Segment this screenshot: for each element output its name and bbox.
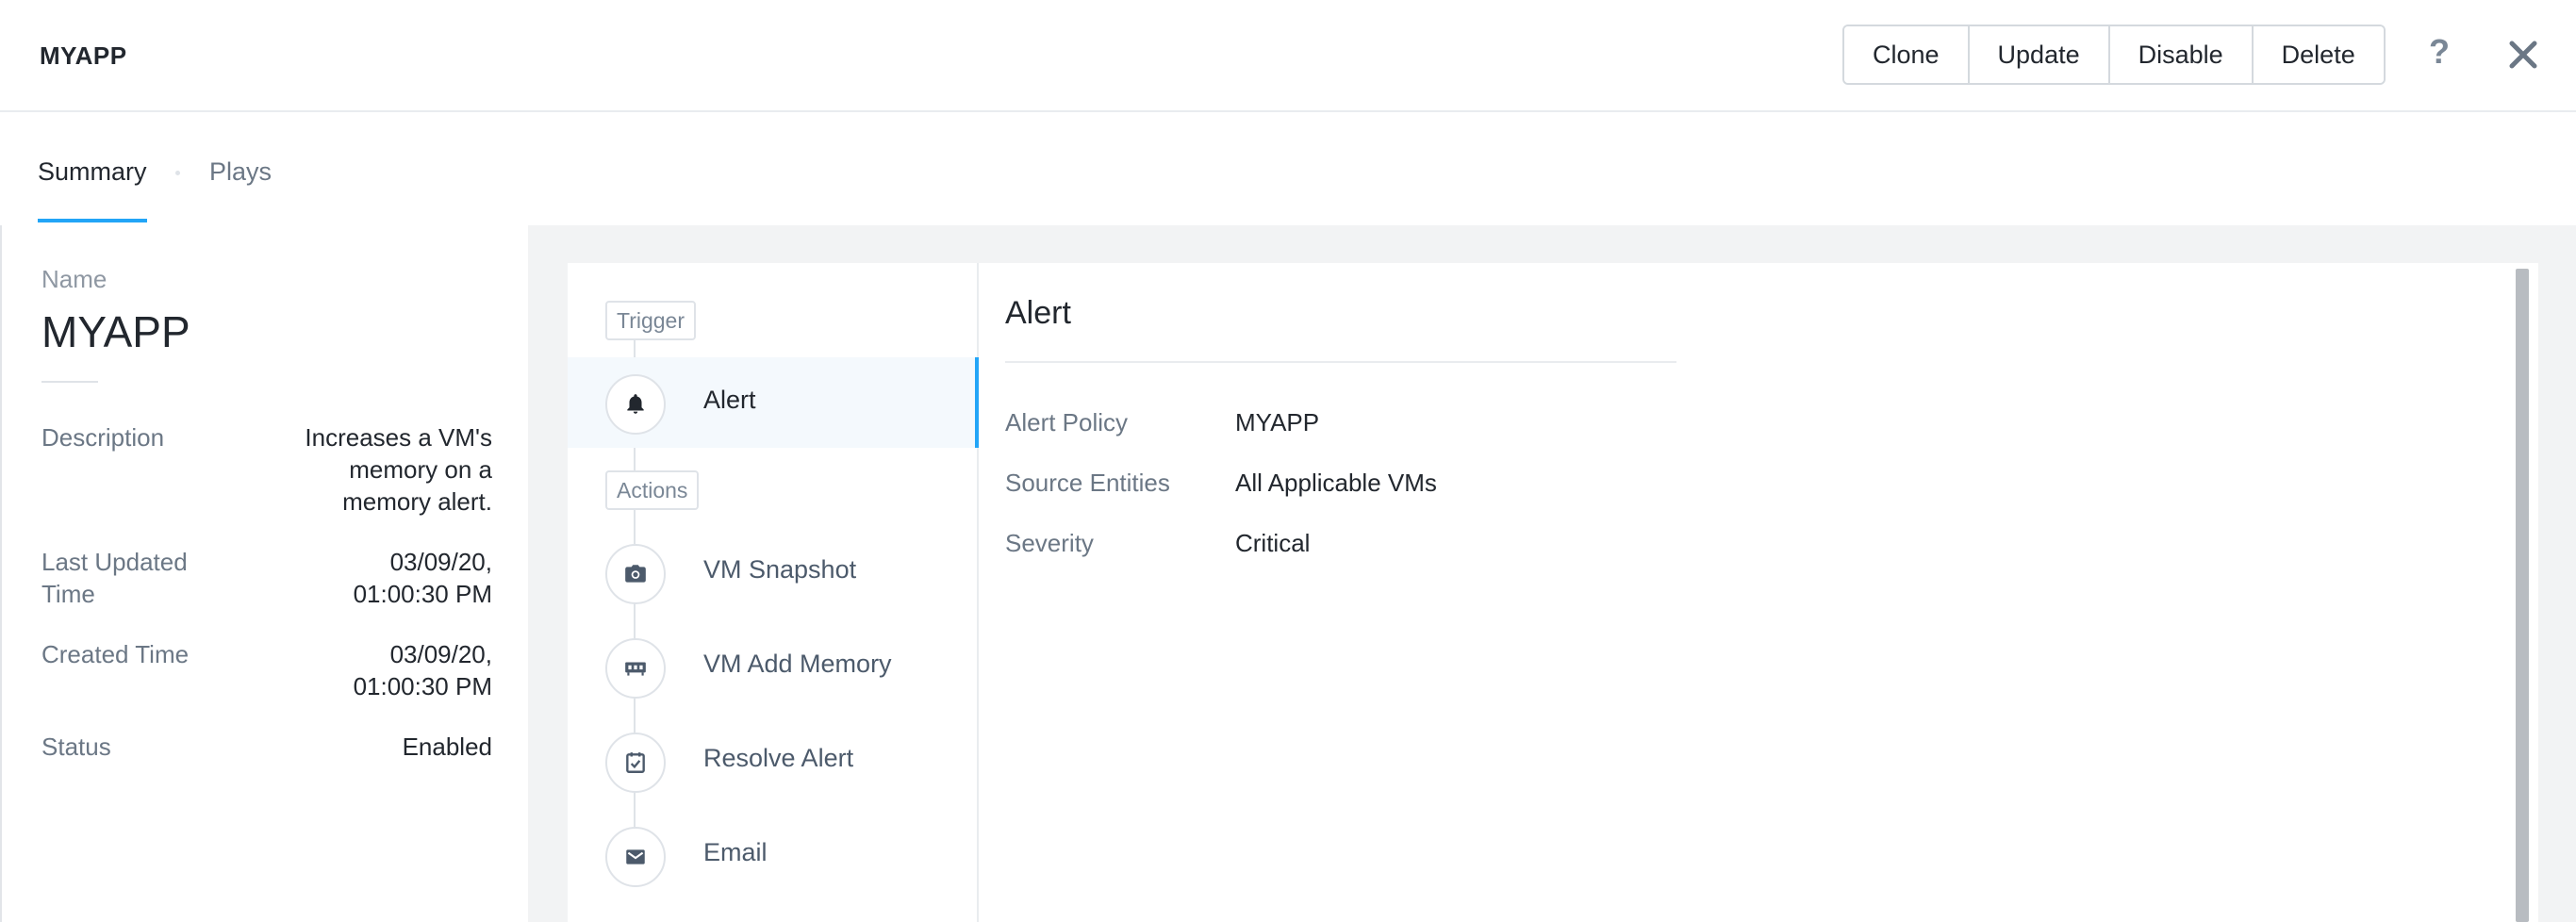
- flow-item-label: Resolve Alert: [703, 744, 854, 772]
- disable-button[interactable]: Disable: [2107, 26, 2252, 83]
- flow-item-label: VM Add Memory: [703, 650, 892, 678]
- clone-button[interactable]: Clone: [1844, 26, 1968, 83]
- update-button[interactable]: Update: [1967, 26, 2108, 83]
- source-entities-label: Source Entities: [1005, 469, 1170, 497]
- description-label: Description: [41, 423, 165, 452]
- tab-separator: [175, 171, 180, 175]
- action-button-group: Clone Update Disable Delete: [1842, 25, 2386, 85]
- header: MYAPP Clone Update Disable Delete ?: [0, 0, 2576, 112]
- delete-button[interactable]: Delete: [2251, 26, 2384, 83]
- play-flow: Trigger Alert Actions VM Snapshot VM Add…: [568, 263, 979, 922]
- flow-item-alert[interactable]: Alert: [568, 357, 979, 448]
- severity-value: Critical: [1235, 529, 1311, 557]
- last-updated-label: Last Updated Time: [41, 548, 188, 608]
- alert-policy-value: MYAPP: [1235, 408, 1320, 436]
- flow-item-resolve-alert[interactable]: Resolve Alert: [568, 716, 979, 806]
- tab-plays[interactable]: Plays: [209, 157, 272, 187]
- source-entities-value: All Applicable VMs: [1235, 469, 1437, 497]
- close-icon[interactable]: [2506, 38, 2540, 72]
- trigger-tag: Trigger: [605, 301, 696, 340]
- name-label: Name: [41, 265, 107, 293]
- bell-icon: [605, 374, 666, 435]
- scrollbar[interactable]: [2516, 269, 2529, 922]
- created-time-value: 03/09/20, 01:00:30 PM: [353, 640, 492, 700]
- description-value: Increases a VM's memory on a memory aler…: [305, 423, 492, 516]
- flow-item-label: Alert: [703, 386, 756, 414]
- actions-tag: Actions: [605, 470, 700, 510]
- envelope-icon: [605, 827, 666, 887]
- calendar-check-icon: [605, 733, 666, 793]
- summary-panel: Name MYAPP Description Increases a VM's …: [0, 225, 528, 922]
- help-icon[interactable]: ?: [2429, 32, 2450, 72]
- active-tab-indicator: [38, 219, 147, 222]
- status-value: Enabled: [402, 733, 492, 761]
- status-label: Status: [41, 733, 111, 761]
- name-value: MYAPP: [41, 307, 190, 356]
- severity-label: Severity: [1005, 529, 1094, 557]
- memory-icon: [605, 638, 666, 699]
- last-updated-value: 03/09/20, 01:00:30 PM: [353, 548, 492, 608]
- flow-item-label: VM Snapshot: [703, 555, 857, 584]
- page-title: MYAPP: [40, 41, 127, 70]
- action-detail: Alert Alert Policy MYAPP Source Entities…: [1005, 263, 2514, 922]
- detail-title: Alert: [1005, 295, 1071, 331]
- divider: [1005, 361, 1676, 363]
- flow-item-vm-add-memory[interactable]: VM Add Memory: [568, 621, 979, 712]
- alert-policy-label: Alert Policy: [1005, 408, 1129, 436]
- tab-summary[interactable]: Summary: [38, 157, 147, 187]
- play-detail-card: Trigger Alert Actions VM Snapshot VM Add…: [568, 263, 2538, 922]
- flow-item-vm-snapshot[interactable]: VM Snapshot: [568, 527, 979, 617]
- flow-item-label: Email: [703, 838, 768, 866]
- divider: [41, 381, 98, 383]
- created-time-label: Created Time: [41, 640, 190, 668]
- camera-icon: [605, 544, 666, 604]
- tab-bar: Summary Plays: [0, 112, 2576, 225]
- flow-item-email[interactable]: Email: [568, 810, 979, 900]
